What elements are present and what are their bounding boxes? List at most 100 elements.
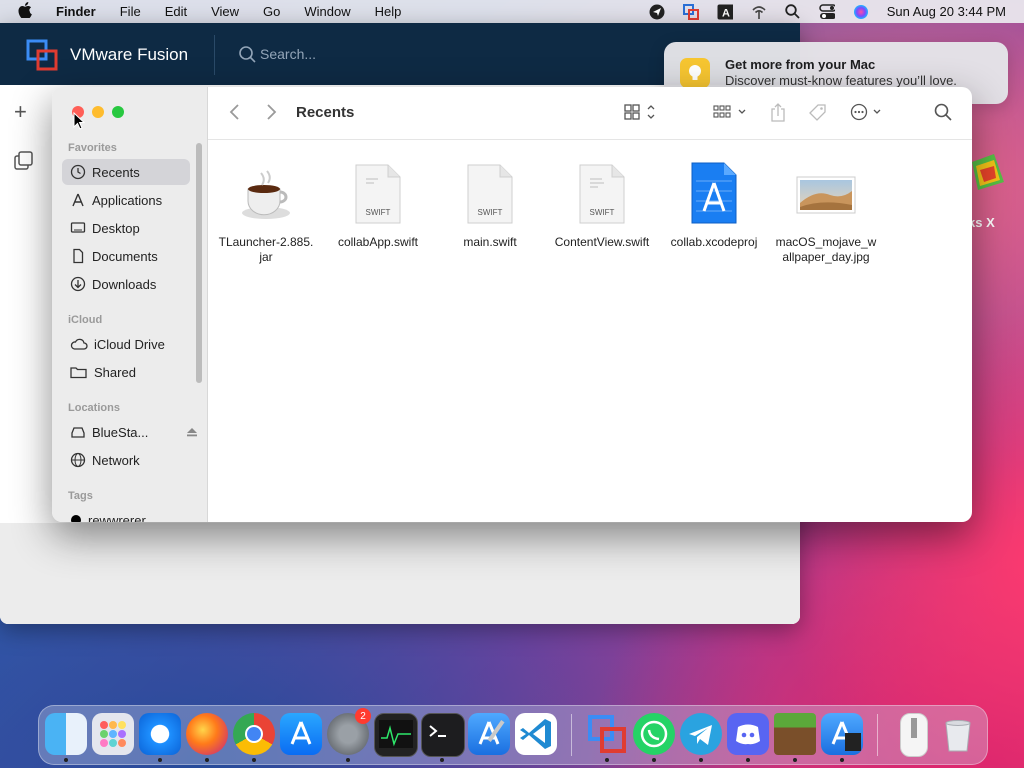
apple-menu-icon[interactable] (0, 2, 44, 21)
dock-app-store-icon[interactable] (280, 713, 322, 755)
dock-trash-icon[interactable] (937, 713, 979, 755)
swift-file-icon: SWIFT (572, 161, 632, 227)
menu-edit[interactable]: Edit (153, 4, 199, 19)
dock-finder-icon[interactable] (45, 713, 87, 755)
globe-icon (70, 452, 86, 468)
file-name: main.swift (463, 235, 517, 249)
sidebar-section-locations: Locations (68, 402, 120, 414)
ellipsis-circle-icon (850, 103, 881, 121)
dock-firefox-icon[interactable] (186, 713, 228, 755)
dock-vmware-fusion-icon[interactable] (586, 713, 628, 755)
library-icon[interactable] (14, 151, 33, 170)
view-mode-button[interactable] (624, 103, 660, 124)
menu-view[interactable]: View (199, 4, 251, 19)
tags-button[interactable] (808, 103, 828, 126)
zoom-button[interactable] (112, 106, 124, 118)
menu-help[interactable]: Help (363, 4, 414, 19)
drive-icon (71, 427, 85, 438)
menu-window[interactable]: Window (292, 4, 362, 19)
lightbulb-icon (680, 58, 710, 88)
running-indicator (652, 758, 656, 762)
dock-vscode-icon[interactable] (515, 713, 557, 755)
mouse-pointer-icon (73, 112, 85, 130)
file-item[interactable]: TLauncher-2.885. jar (211, 161, 321, 265)
dock-chrome-icon[interactable] (233, 713, 275, 755)
dock-discord-icon[interactable] (727, 713, 769, 755)
sidebar-scrollbar[interactable] (196, 143, 202, 383)
dock-minecraft-icon[interactable] (774, 713, 816, 755)
sidebar-item-label: rewwrerer (88, 512, 146, 523)
finder-toolbar: Recents (208, 87, 972, 140)
group-by-button[interactable] (713, 103, 749, 124)
dock-xcode-dark-icon[interactable] (821, 713, 863, 755)
file-item[interactable]: macOS_mojave_w allpaper_day.jpg (771, 161, 881, 265)
sidebar-item-bluestacks-volume[interactable]: BlueSta... (62, 419, 197, 445)
dock-safari-icon[interactable] (139, 713, 181, 755)
search-button[interactable] (934, 103, 952, 124)
menu-file[interactable]: File (108, 4, 153, 19)
share-button[interactable] (770, 103, 786, 126)
group-icon (713, 105, 746, 118)
wifi-off-icon[interactable] (751, 4, 767, 20)
running-indicator (840, 758, 844, 762)
dock-divider (877, 714, 878, 756)
dock-xcode-icon[interactable] (468, 713, 510, 755)
dock-launchpad-icon[interactable] (92, 713, 134, 755)
swift-file-icon: SWIFT (348, 161, 408, 227)
finder-sidebar: Favorites Recents Applications Desktop D… (52, 87, 208, 522)
file-name: ContentView.swift (554, 235, 650, 249)
running-indicator (746, 758, 750, 762)
tag-icon (809, 104, 826, 121)
desktop-icon (70, 222, 86, 233)
eject-icon[interactable] (186, 426, 198, 438)
dock-activity-monitor-icon[interactable] (374, 713, 418, 757)
spotlight-search-icon[interactable] (785, 4, 801, 20)
location-arrow-icon[interactable] (649, 4, 665, 20)
vmware-search-field[interactable]: Search... (238, 45, 316, 63)
sidebar-item-documents[interactable]: Documents (62, 243, 190, 269)
sidebar-item-desktop[interactable]: Desktop (62, 215, 190, 241)
sidebar-item-icloud-drive[interactable]: iCloud Drive (62, 331, 190, 357)
dock-archive-icon[interactable] (900, 713, 928, 757)
add-vm-icon[interactable]: + (14, 99, 27, 125)
vmware-menubar-icon[interactable] (682, 3, 699, 20)
sidebar-item-recents[interactable]: Recents (62, 159, 190, 185)
bluestacks-icon (968, 152, 1008, 192)
sidebar-item-applications[interactable]: Applications (62, 187, 190, 213)
dock-telegram-icon[interactable] (680, 713, 722, 755)
siri-icon[interactable] (853, 4, 869, 20)
sidebar-item-downloads[interactable]: Downloads (62, 271, 190, 297)
file-item[interactable]: SWIFT main.swift (435, 161, 545, 250)
forward-button[interactable] (264, 103, 278, 124)
file-name: TLauncher-2.885. (218, 235, 314, 249)
file-item[interactable]: collab.xcodeproj (659, 161, 769, 250)
input-source-icon[interactable]: A (717, 4, 733, 20)
menu-go[interactable]: Go (251, 4, 292, 19)
sidebar-section-icloud: iCloud (68, 314, 103, 326)
menu-app-name[interactable]: Finder (44, 4, 108, 19)
control-center-icon[interactable] (818, 3, 835, 20)
menubar-clock[interactable]: Sun Aug 20 3:44 PM (887, 4, 1006, 19)
file-item[interactable]: SWIFT ContentView.swift (547, 161, 657, 250)
vmware-logo-icon (26, 39, 58, 71)
action-menu-button[interactable] (850, 103, 886, 124)
file-item[interactable]: SWIFT collabApp.swift (323, 161, 433, 250)
notification-title: Get more from your Mac (725, 57, 876, 72)
dock-terminal-icon[interactable] (421, 713, 465, 757)
sidebar-item-label: iCloud Drive (94, 336, 165, 352)
back-button[interactable] (228, 103, 242, 124)
running-indicator (793, 758, 797, 762)
dock-whatsapp-icon[interactable] (633, 713, 675, 755)
cloud-icon (70, 338, 88, 350)
running-indicator (205, 758, 209, 762)
minimize-button[interactable] (92, 106, 104, 118)
tag-dot-icon (71, 515, 81, 522)
running-indicator (64, 758, 68, 762)
swift-file-icon: SWIFT (460, 161, 520, 227)
sidebar-item-shared[interactable]: Shared (62, 359, 190, 385)
swift-badge: SWIFT (366, 208, 391, 217)
sidebar-item-tag[interactable]: rewwrerer (62, 507, 190, 522)
sidebar-item-network[interactable]: Network (62, 447, 190, 473)
sidebar-item-label: Network (92, 452, 140, 468)
sidebar-item-label: Applications (92, 192, 163, 208)
